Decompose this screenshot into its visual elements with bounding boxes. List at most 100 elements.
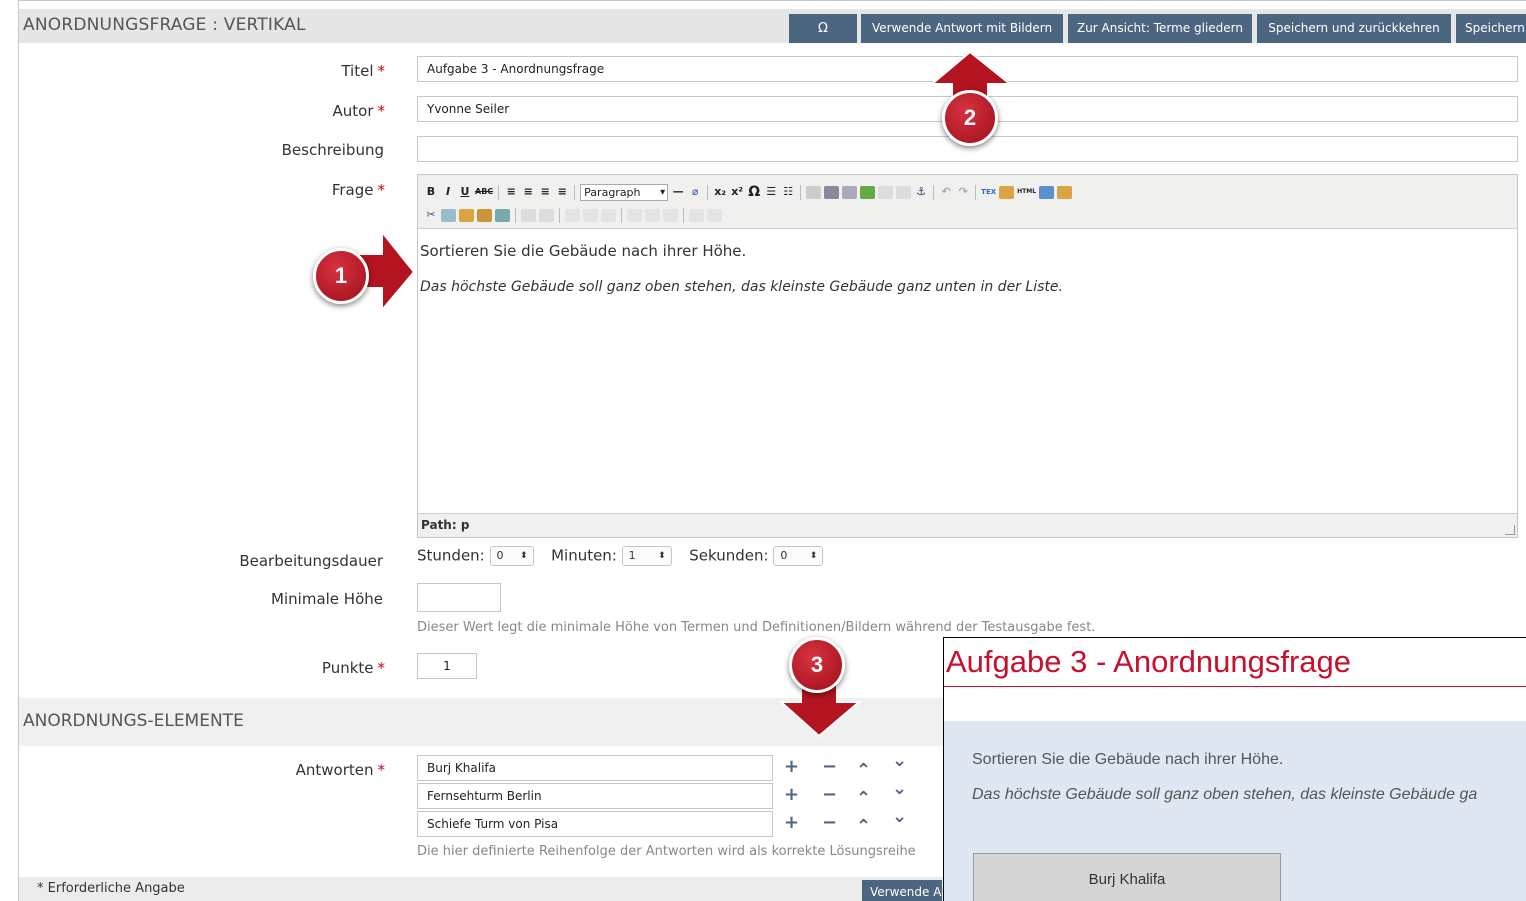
save-button[interactable]: Speichern <box>1456 14 1526 43</box>
header-bar: ANORDNUNGSFRAGE : VERTIKAL Ω Verwende An… <box>19 9 1526 43</box>
row-props-icon[interactable] <box>689 208 704 222</box>
callout-badge-2: 2 <box>942 90 998 146</box>
anchor-icon[interactable]: ⚓ <box>914 184 928 200</box>
preview-sortable-item[interactable]: Burj Khalifa <box>973 853 1281 901</box>
media-icon[interactable] <box>1039 185 1055 199</box>
duration-controls: Stunden: 0 ⬍ Minuten: 1 ⬍ Sekunden: 0 ⬍ <box>417 546 824 566</box>
min-height-input[interactable] <box>417 583 501 612</box>
seconds-label: Sekunden: <box>689 546 769 565</box>
resize-handle[interactable] <box>1505 525 1515 535</box>
insert-col-icon[interactable] <box>601 208 616 222</box>
redo-icon[interactable]: ↷ <box>956 184 970 200</box>
quote-icon[interactable] <box>806 185 822 199</box>
preview-line2: Das höchste Gebäude soll ganz oben stehe… <box>972 786 1478 803</box>
preview-title-underline <box>944 686 1526 687</box>
split-cells-icon[interactable] <box>645 208 660 222</box>
table-icon[interactable] <box>521 208 536 222</box>
omega-icon[interactable]: Ω <box>747 184 761 200</box>
answer-input-1[interactable]: Burj Khalifa <box>417 755 773 781</box>
italic-icon[interactable]: I <box>441 184 455 200</box>
horizontal-rule-icon[interactable]: — <box>671 184 685 200</box>
move-down-icon[interactable]: ⌄ <box>892 778 907 799</box>
question-editor[interactable]: B I U ABC ≡ ≡ ≡ ≡ Paragraph — ⌀ x₂ x² Ω … <box>417 174 1518 538</box>
align-center-icon[interactable]: ≡ <box>521 184 535 200</box>
answer-input-2[interactable]: Fernsehturm Berlin <box>417 783 773 809</box>
toolbar-separator <box>559 207 560 223</box>
page-title: ANORDNUNGSFRAGE : VERTIKAL <box>23 15 306 35</box>
author-label: Autor * <box>332 102 386 120</box>
numbered-list-icon[interactable]: ☷ <box>781 184 795 200</box>
table-props-icon[interactable] <box>539 208 554 222</box>
question-label: Frage * <box>331 181 385 199</box>
use-images-button[interactable]: Verwende Antwort mit Bildern <box>861 14 1063 43</box>
insert-row-icon[interactable] <box>565 208 580 222</box>
answers-hint: Die hier definierte Reihenfolge der Antw… <box>417 844 916 859</box>
preview-panel: Aufgabe 3 - Anordnungsfrage Sortieren Si… <box>943 637 1526 901</box>
eraser-icon[interactable]: ⌀ <box>688 184 702 200</box>
image-icon[interactable] <box>860 185 876 199</box>
preview-line1: Sortieren Sie die Gebäude nach ihrer Höh… <box>972 751 1284 768</box>
add-answer-icon[interactable]: + <box>784 812 799 833</box>
special-chars-button[interactable]: Ω <box>789 14 857 43</box>
footer-use-images-button[interactable]: Verwende A <box>862 880 942 901</box>
question-text-line2: Das höchste Gebäude soll ganz oben stehe… <box>420 279 1063 295</box>
bold-icon[interactable]: B <box>424 184 438 200</box>
minutes-select[interactable]: 1 ⬍ <box>621 546 672 566</box>
points-label: Punkte * <box>321 659 385 677</box>
edit-icon[interactable] <box>495 208 510 222</box>
hours-label: Stunden: <box>417 546 485 565</box>
paste-word-icon[interactable] <box>1057 185 1073 199</box>
strikethrough-icon[interactable]: ABC <box>475 184 493 200</box>
seconds-select[interactable]: 0 ⬍ <box>773 546 824 566</box>
move-down-icon[interactable]: ⌄ <box>892 750 907 771</box>
toolbar-separator <box>707 184 709 200</box>
subscript-icon[interactable]: x₂ <box>713 184 727 200</box>
remove-answer-icon[interactable]: − <box>822 812 837 833</box>
move-down-icon[interactable]: ⌄ <box>892 806 907 827</box>
duration-label: Bearbeitungsdauer <box>239 552 383 570</box>
cut-icon[interactable]: ✂ <box>424 207 438 223</box>
superscript-icon[interactable]: x² <box>730 184 744 200</box>
answer-input-3[interactable]: Schiefe Turm von Pisa <box>417 811 773 837</box>
move-up-icon[interactable]: ⌃ <box>856 788 871 809</box>
delete-row-icon[interactable] <box>583 208 598 222</box>
indent-icon[interactable] <box>842 185 858 199</box>
toolbar-separator <box>683 207 684 223</box>
paste-text-icon[interactable] <box>477 208 492 222</box>
add-answer-icon[interactable]: + <box>784 784 799 805</box>
html-icon[interactable]: HTML <box>1017 184 1036 200</box>
preview-title: Aufgabe 3 - Anordnungsfrage <box>946 644 1352 679</box>
align-left-icon[interactable]: ≡ <box>504 184 518 200</box>
save-return-button[interactable]: Speichern und zurückkehren <box>1257 14 1451 43</box>
cell-props-icon[interactable] <box>663 208 678 222</box>
align-right-icon[interactable]: ≡ <box>538 184 552 200</box>
points-input[interactable]: 1 <box>417 653 477 679</box>
tex-icon[interactable]: TEX <box>981 184 996 200</box>
add-answer-icon[interactable]: + <box>784 756 799 777</box>
outdent-icon[interactable] <box>824 185 840 199</box>
toolbar-separator <box>621 207 622 223</box>
move-up-icon[interactable]: ⌃ <box>856 816 871 837</box>
merge-cells-icon[interactable] <box>627 208 642 222</box>
copy-icon[interactable] <box>441 208 456 222</box>
undo-icon[interactable]: ↶ <box>939 184 953 200</box>
view-terms-button[interactable]: Zur Ansicht: Terme gliedern <box>1068 14 1252 43</box>
preview-question-box: Sortieren Sie die Gebäude nach ihrer Höh… <box>944 721 1526 901</box>
format-select[interactable]: Paragraph <box>580 183 669 201</box>
remove-answer-icon[interactable]: − <box>822 756 837 777</box>
unlink-icon[interactable] <box>896 185 912 199</box>
hours-select[interactable]: 0 ⬍ <box>489 546 534 566</box>
form-window: ANORDNUNGSFRAGE : VERTIKAL Ω Verwende An… <box>18 0 1526 901</box>
callout-badge-1: 1 <box>313 248 369 304</box>
delete-table-icon[interactable] <box>707 208 722 222</box>
paste-plain-icon[interactable] <box>459 208 474 222</box>
minutes-label: Minuten: <box>551 546 617 565</box>
align-justify-icon[interactable]: ≡ <box>555 184 569 200</box>
paste-icon[interactable] <box>999 185 1015 199</box>
move-up-icon[interactable]: ⌃ <box>856 760 871 781</box>
underline-icon[interactable]: U <box>458 184 472 200</box>
bullet-list-icon[interactable]: ☰ <box>764 184 778 200</box>
required-note: * Erforderliche Angabe <box>37 881 185 896</box>
link-icon[interactable] <box>878 185 894 199</box>
remove-answer-icon[interactable]: − <box>822 784 837 805</box>
